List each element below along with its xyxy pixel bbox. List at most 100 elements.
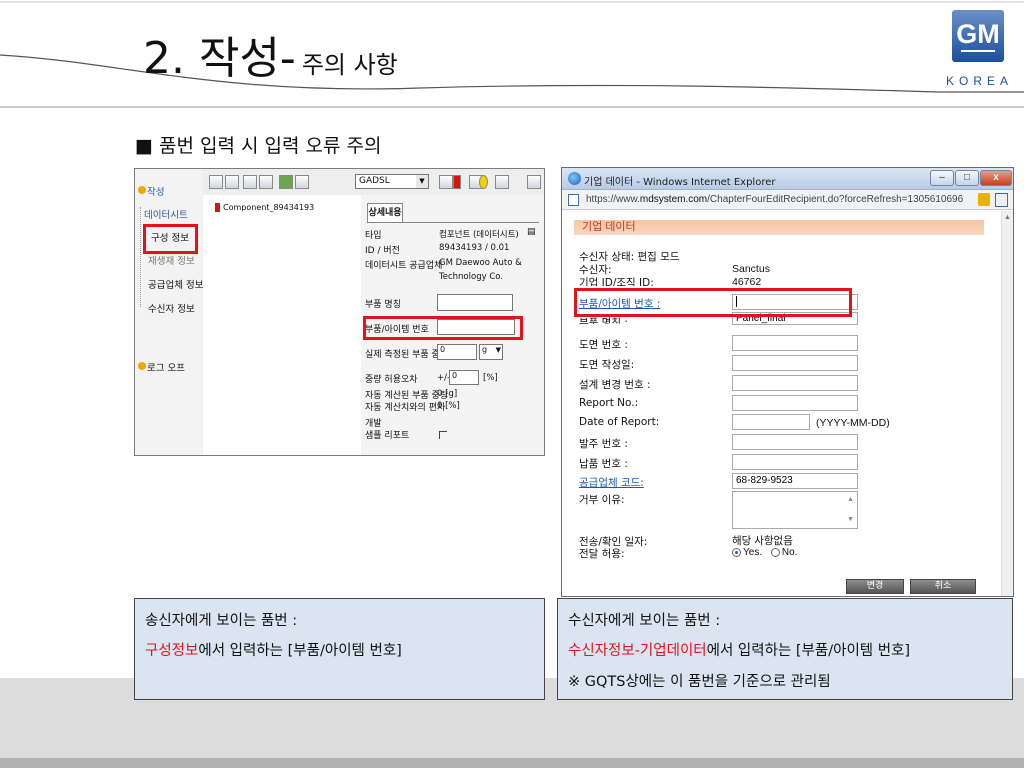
measured-weight-label: 실제 측정된 부품 중량: [365, 350, 449, 360]
standard-select-value: GADSL: [359, 176, 390, 186]
supplier-code-input[interactable]: 68-829-9523: [732, 473, 858, 489]
yes-radio[interactable]: [732, 547, 741, 557]
tab-divider: [367, 222, 539, 223]
config-info-highlight: [143, 224, 198, 254]
component-tree: Component_89434193: [203, 195, 361, 455]
calc-weight-value: 0 [g]: [437, 389, 458, 399]
nav-supplier-info[interactable]: 공급업체 정보: [148, 277, 203, 291]
nav-create[interactable]: 작성: [147, 184, 164, 198]
recipient-value: Sanctus: [732, 263, 770, 275]
ie-title-bar: 기업 데이터 - Windows Internet Explorer – □ x: [562, 168, 1013, 190]
bullet-icon: [138, 186, 146, 194]
nav-logout[interactable]: 로그 오프: [147, 360, 185, 374]
sender-caption-red: 구성정보: [145, 643, 199, 659]
change-no-input[interactable]: [732, 375, 858, 391]
org-id-label: 기업 ID/조직 ID:: [579, 277, 654, 286]
footer-band-dark: [0, 758, 1024, 768]
nav-datasheet[interactable]: 데이터시트: [144, 207, 188, 221]
order-no-input[interactable]: [732, 434, 858, 450]
drawing-no-input[interactable]: [732, 335, 858, 351]
add-node-icon[interactable]: [243, 175, 257, 189]
recipient-caption-rest: 에서 입력하는 [부품/아이템 번호]: [706, 643, 911, 659]
folder-icon[interactable]: [225, 175, 239, 189]
supplier-value-2: Technology Co.: [439, 272, 504, 282]
close-button[interactable]: x: [980, 170, 1012, 186]
tolerance-input[interactable]: 0: [449, 370, 479, 385]
sender-caption-line2: 구성정보에서 입력하는 [부품/아이템 번호]: [145, 639, 402, 660]
change-button[interactable]: 변경: [846, 579, 904, 594]
lock-icon[interactable]: [978, 193, 990, 206]
delivery-no-input[interactable]: [732, 454, 858, 470]
compat-view-icon[interactable]: [995, 193, 1008, 207]
component-icon: [215, 203, 220, 212]
tab-details[interactable]: 상세내용: [367, 203, 403, 223]
refresh-icon[interactable]: [527, 175, 541, 189]
filter-icon[interactable]: [279, 175, 293, 189]
standard-select[interactable]: GADSL ▼: [355, 174, 429, 189]
address-bar[interactable]: https://www.mdsystem.com/ChapterFourEdit…: [562, 190, 1013, 210]
delivery-no-label: 납품 번호 :: [579, 458, 628, 470]
nav-recipient-info[interactable]: 수신자 정보: [148, 301, 195, 315]
order-no-label: 발주 번호 :: [579, 438, 628, 450]
copy-icon[interactable]: [259, 175, 273, 189]
left-toolbar: GADSL ▼: [203, 169, 544, 195]
tree-node-component[interactable]: Component_89434193: [215, 203, 314, 212]
yellow-circle-icon: [479, 175, 488, 189]
section-heading: ■ 품번 입력 시 입력 오류 주의: [135, 135, 382, 157]
type-value: 컴포넌트 (데이터시트): [439, 230, 519, 240]
sender-caption-rest: 에서 입력하는 [부품/아이템 번호]: [198, 643, 402, 659]
maximize-button[interactable]: □: [955, 170, 979, 186]
reject-reason-textarea[interactable]: ▲ ▼: [732, 491, 858, 529]
type-label: 타입: [365, 231, 382, 241]
page-title: 2. 작성- 주의 사항: [143, 22, 398, 86]
report-date-input[interactable]: [732, 414, 810, 430]
id-label: ID / 버전: [365, 246, 400, 256]
tree-node-label: Component_89434193: [223, 203, 315, 212]
recipient-part-number-highlight: [574, 288, 852, 317]
drawing-date-input[interactable]: [732, 355, 858, 371]
report-no-input[interactable]: [732, 395, 858, 411]
measured-weight-input[interactable]: 0: [437, 344, 477, 360]
org-id-value: 46762: [732, 276, 762, 286]
url-domain: mdsystem.com: [639, 194, 708, 205]
supplier-code-link[interactable]: 공급업체 코드:: [579, 475, 644, 490]
add-green-icon[interactable]: [495, 175, 509, 189]
recipient-caption: 수신자에게 보이는 품번 : 수신자정보-기업데이터에서 입력하는 [부품/아이…: [557, 598, 1013, 700]
add-red-icon[interactable]: [439, 175, 453, 189]
recipient-caption-line3: ※ GQTS상에는 이 품번을 기준으로 관리됨: [568, 674, 831, 690]
list-icon[interactable]: [295, 175, 309, 189]
deviation-value: 0 [%]: [437, 401, 460, 411]
minimize-button[interactable]: –: [930, 170, 954, 186]
sender-caption: 송신자에게 보이는 품번 : 구성정보에서 입력하는 [부품/아이템 번호]: [134, 598, 545, 700]
supplier-value-1: GM Daewoo Auto &: [439, 258, 522, 268]
nav-material-info[interactable]: 재생재 정보: [148, 253, 195, 267]
recipient-screenshot: 기업 데이터 - Windows Internet Explorer – □ x…: [561, 167, 1014, 597]
scroll-up-icon[interactable]: ▲: [1004, 214, 1011, 221]
weight-unit-select[interactable]: g ▼: [479, 344, 503, 360]
new-doc-icon[interactable]: [209, 175, 223, 189]
sample-report-checkbox[interactable]: [439, 431, 447, 439]
sent-date-value: 해당 사항없음: [732, 535, 793, 547]
sender-caption-line1: 송신자에게 보이는 품번 :: [145, 613, 298, 629]
page-icon: [568, 194, 579, 206]
report-no-label: Report No.:: [579, 397, 639, 409]
no-radio[interactable]: [770, 547, 780, 557]
recipient-caption-line2: 수신자정보-기업데이터에서 입력하는 [부품/아이템 번호]: [568, 639, 910, 660]
page-content: 기업 데이터 수신자 상태: 편집 모드 수신자: Sanctus 기업 ID/…: [562, 211, 1003, 596]
weight-unit-value: g: [482, 345, 488, 354]
header-divider: [0, 106, 1024, 108]
page-scrollbar[interactable]: ▲: [1001, 211, 1013, 596]
url-prefix: https://www.: [586, 194, 640, 205]
slide: 2. 작성- 주의 사항 GM KOREA ■ 품번 입력 시 입력 오류 주의 …: [0, 0, 1024, 768]
title-sub: 주의 사항: [301, 51, 398, 79]
date-format-hint: (YYYY-MM-DD): [816, 417, 890, 429]
url-rest: /ChapterFourEditRecipient.do?forceRefres…: [707, 194, 964, 205]
title-main: 2. 작성-: [143, 33, 296, 84]
reject-reason-label: 거부 이유:: [579, 494, 625, 506]
cancel-button[interactable]: 취소: [910, 579, 976, 594]
part-name-label: 부품 명칭: [365, 300, 401, 310]
part-name-input[interactable]: [437, 294, 513, 311]
change-no-label: 설계 변경 번호 :: [579, 379, 651, 391]
url-text: https://www.mdsystem.com/ChapterFourEdit…: [586, 194, 963, 205]
drawing-date-label: 도면 작성일:: [579, 359, 635, 371]
